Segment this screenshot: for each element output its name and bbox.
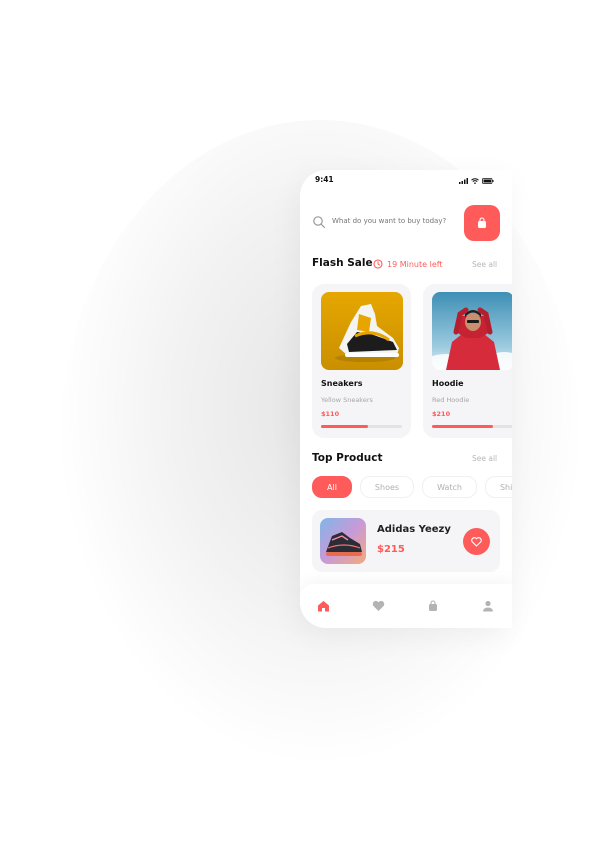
phone-screen: 9:41 Flash Sa <box>300 170 512 628</box>
bag-icon <box>429 600 437 611</box>
flash-sale-title: Flash Sale <box>312 257 373 269</box>
chip-watch[interactable]: Watch <box>422 476 477 498</box>
heart-icon <box>471 536 482 547</box>
card-price: $210 <box>432 410 451 418</box>
search-bar <box>312 205 502 241</box>
chip-shoes[interactable]: Shoes <box>359 476 415 498</box>
clock-icon <box>373 259 383 269</box>
yeezy-image <box>320 518 366 564</box>
chip-shirt[interactable]: Shir <box>484 476 512 498</box>
card-name: Sneakers <box>321 379 363 388</box>
stock-progress-bar <box>432 425 512 428</box>
signal-icon <box>459 178 468 184</box>
top-product-card[interactable]: Adidas Yeezy $215 <box>312 510 500 572</box>
stock-progress-bar <box>321 425 402 428</box>
favorite-button[interactable] <box>463 528 490 555</box>
heart-icon <box>372 600 384 611</box>
flash-sale-see-all[interactable]: See all <box>472 260 497 269</box>
card-subtitle: Red Hoodie <box>432 396 470 404</box>
sneakers-image <box>321 292 403 370</box>
top-product-title: Top Product <box>312 452 383 464</box>
stock-progress-fill <box>432 425 493 428</box>
product-price: $215 <box>377 544 405 555</box>
nav-home[interactable] <box>315 598 331 614</box>
chip-all[interactable]: All <box>312 476 352 498</box>
hoodie-image <box>432 292 512 370</box>
status-time: 9:41 <box>315 175 334 184</box>
search-input[interactable] <box>332 217 460 225</box>
flash-sale-card[interactable]: Hoodie Red Hoodie $210 <box>423 284 512 438</box>
flash-sale-timer: 19 Minute left <box>373 259 443 269</box>
top-product-see-all[interactable]: See all <box>472 454 497 463</box>
card-price: $110 <box>321 410 340 418</box>
bag-icon <box>478 217 486 228</box>
nav-favorites[interactable] <box>370 598 386 614</box>
card-subtitle: Yellow Sneakers <box>321 396 373 404</box>
product-name: Adidas Yeezy <box>377 524 451 535</box>
timer-text: 19 Minute left <box>387 259 443 269</box>
card-name: Hoodie <box>432 379 464 388</box>
wifi-icon <box>471 178 479 184</box>
status-icons <box>459 178 494 184</box>
cart-button[interactable] <box>464 205 500 241</box>
search-icon <box>313 216 326 229</box>
stock-progress-fill <box>321 425 368 428</box>
bottom-nav <box>300 584 512 628</box>
flash-sale-card[interactable]: Sneakers Yellow Sneakers $110 <box>312 284 411 438</box>
category-chips: All Shoes Watch Shir <box>312 476 512 498</box>
nav-cart[interactable] <box>425 598 441 614</box>
user-icon <box>483 600 493 612</box>
nav-profile[interactable] <box>480 598 496 614</box>
battery-icon <box>482 178 494 184</box>
home-icon <box>317 601 329 612</box>
